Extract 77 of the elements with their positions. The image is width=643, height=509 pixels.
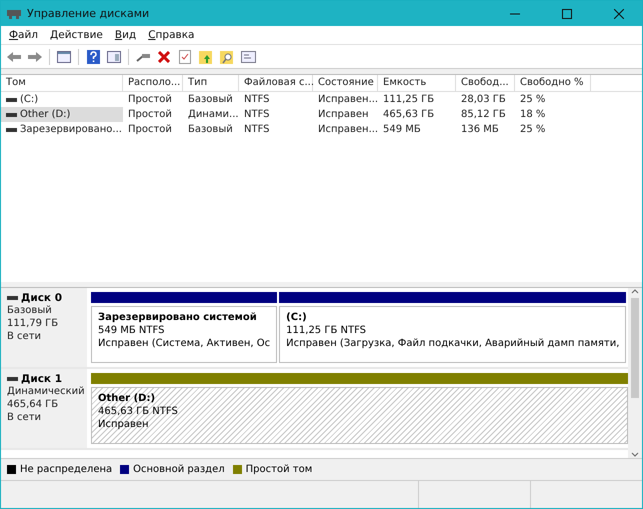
disk-name: Диск 1 [21,373,62,385]
column-header[interactable]: Свобод... [456,75,515,91]
table-cell-text: 85,12 ГБ [460,108,507,122]
volume-name: (C:) [20,93,38,107]
partition-panel[interactable]: Other (D:) 465,63 ГБ NTFS Исправен [91,387,628,444]
volume-name: Зарезервировано... [20,123,122,137]
disk-type: Базовый [7,304,53,317]
column-header[interactable]: Файловая с... [239,75,313,91]
column-header[interactable]: Свободно % [515,75,591,91]
table-cell-text: 25 % [519,93,546,107]
window-title: Управление дисками [27,7,150,20]
menu-item[interactable]: Вид [108,29,142,41]
disk-size: 465,64 ГБ [7,398,60,411]
legend-label: Простой том [246,464,312,475]
partition-status: Исправен [98,418,150,431]
scroll-up-icon[interactable] [631,288,639,294]
partition-status: Исправен (Загрузка, Файл подкачки, Аварийный дамп памяти, [286,337,620,350]
table-cell-text: 111,25 ГБ [382,93,436,107]
disk-label-panel[interactable]: Диск 0 Базовый 111,79 ГБ В сети [1,288,89,367]
table-cell-text: NTFS [243,93,271,107]
partition-size: 111,25 ГБ NTFS [286,324,367,337]
partition-status: Исправен (Система, Активен, Ос [98,337,270,350]
table-cell-text: Исправен... [317,123,378,137]
table-cell-text: Базовый [187,123,234,137]
drive-icon [6,98,17,102]
partition-size: 549 МБ NTFS [98,324,166,337]
partition-panel[interactable]: Зарезервировано системой 549 МБ NTFS Исправен (Система, Активен, Ос [91,306,278,363]
scroll-down-icon[interactable] [631,452,639,458]
menu-item[interactable]: Действие [44,29,109,41]
partition-panel[interactable]: (C:) 111,25 ГБ NTFS Исправен (Загрузка, Файл подкачки, Аварийный дамп памяти, [279,306,626,363]
table-cell-text: 25 % [519,123,546,137]
partition-size: 465,63 ГБ NTFS [98,405,179,418]
column-header[interactable]: Располо... [123,75,183,91]
drive-icon [6,128,17,132]
table-cell-text: Исправен [317,108,370,122]
partition-name: Зарезервировано системой [98,311,258,324]
partition-name: (C:) [286,311,308,324]
table-cell-text: Простой [127,108,173,122]
column-header[interactable]: Том [1,75,123,91]
drive-icon [6,112,17,116]
legend-label: Основной раздел [133,464,225,475]
volume-name: Other (D:) [20,108,70,122]
maximize-icon[interactable] [562,8,572,18]
disk-size: 111,79 ГБ [7,317,60,330]
table-cell-text: Базовый [187,93,234,107]
disk-status: В сети [7,411,42,424]
column-header[interactable]: Состояние [313,75,378,91]
drive-icon [7,377,18,381]
volume-cell[interactable]: (C:) [1,92,123,107]
disk-label-panel[interactable]: Диск 1 Динамический 465,64 ГБ В сети [1,369,89,448]
legend-label: Не распределена [20,464,112,475]
menu-item[interactable]: Файл [3,29,44,41]
table-cell-text: 549 МБ [382,123,422,137]
table-cell-text: Динами... [187,108,239,122]
table-cell-text: NTFS [243,108,271,122]
drive-icon [7,296,18,300]
disk-management-icon [7,8,21,20]
table-cell-text: 465,63 ГБ [382,108,436,122]
volume-cell[interactable]: Зарезервировано... [1,122,123,137]
disk-name: Диск 0 [21,292,62,304]
partition-name: Other (D:) [98,392,156,405]
table-cell-text: 136 МБ [460,123,500,137]
table-cell-text: 28,03 ГБ [460,93,507,107]
disk-status: В сети [7,330,42,343]
table-cell-text: 18 % [519,108,546,122]
scrollbar[interactable] [628,288,642,458]
help-icon[interactable] [84,48,102,66]
volume-cell[interactable]: Other (D:) [1,107,123,122]
column-header[interactable]: Тип [183,75,239,91]
column-header[interactable]: Емкость [378,75,456,91]
close-icon[interactable] [614,8,624,18]
table-cell-text: NTFS [243,123,271,137]
table-cell-text: Простой [127,123,173,137]
menu-item[interactable]: Справка [142,29,200,41]
table-cell-text: Простой [127,93,173,107]
checklist-icon[interactable] [176,48,194,66]
table-cell-text: Исправен... [317,93,378,107]
